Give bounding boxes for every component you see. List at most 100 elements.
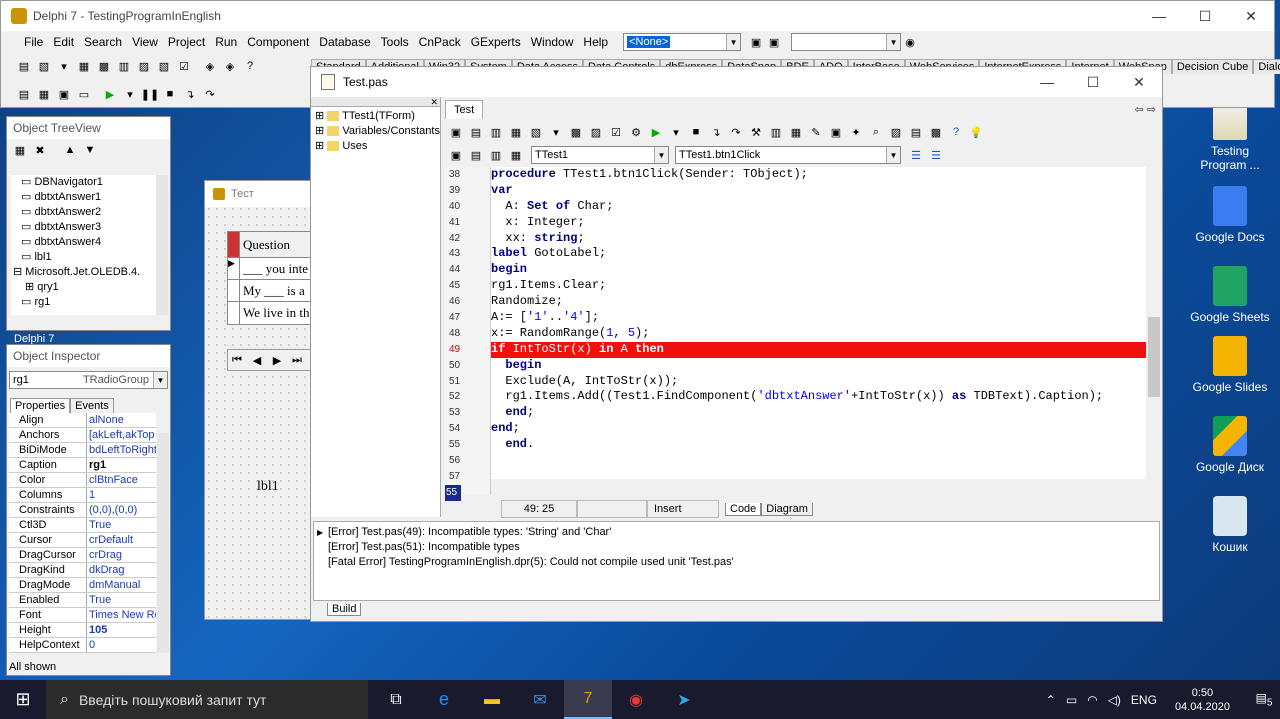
desktop-icon-slides[interactable]: Google Slides (1190, 336, 1270, 394)
align-left-icon[interactable]: ☰ (907, 146, 925, 164)
delete-item-icon[interactable]: ✖ (31, 141, 49, 159)
copy-icon[interactable]: ▨ (587, 123, 605, 141)
trace-into-icon[interactable]: ↴ (181, 85, 199, 103)
package-icon[interactable]: ▩ (927, 123, 945, 141)
menu-run[interactable]: Run (210, 35, 242, 49)
property-value[interactable]: clBtnFace (87, 473, 156, 487)
open-icon[interactable]: ▧ (35, 57, 53, 75)
property-value[interactable]: Times New Ro (87, 608, 156, 622)
inspector-scrollbar[interactable] (157, 433, 169, 653)
checklist-icon[interactable]: ☑ (607, 123, 625, 141)
run-icon[interactable]: ▶ (101, 85, 119, 103)
tab-diagram[interactable]: Diagram (761, 502, 813, 516)
maximize-button[interactable]: ☐ (1070, 67, 1116, 97)
chevron-up-icon[interactable]: ⌃ (1046, 693, 1056, 707)
step-over-icon[interactable]: ↷ (201, 85, 219, 103)
menu-window[interactable]: Window (526, 35, 579, 49)
desktop-icon-testing[interactable]: Testing Program ... (1190, 100, 1270, 172)
property-row[interactable]: DragCursor crDrag (9, 548, 156, 563)
property-value[interactable]: alNone (87, 413, 156, 427)
stop-icon[interactable]: ■ (161, 85, 179, 103)
menu-search[interactable]: Search (79, 35, 127, 49)
property-row[interactable]: Caption rg1 (9, 458, 156, 473)
remove-from-project-icon[interactable]: ▧ (155, 57, 173, 75)
property-value[interactable]: crDrag (87, 548, 156, 562)
battery-icon[interactable]: ▭ (1066, 693, 1077, 707)
toggle-form-unit-icon[interactable]: ▣ (55, 85, 73, 103)
property-row[interactable]: HelpContext 0 (9, 638, 156, 653)
telegram-icon[interactable]: ➤ (660, 680, 708, 719)
tree-item[interactable]: ⊞ qry1 (21, 280, 156, 295)
scroll-thumb[interactable] (1148, 317, 1160, 397)
code-horizontal-scrollbar[interactable] (491, 479, 1146, 495)
tree-item[interactable]: ▭ dbtxtAnswer2 (21, 205, 156, 220)
new-item-icon[interactable]: ▦ (11, 141, 29, 159)
step-icon[interactable]: ↷ (727, 123, 745, 141)
first-record-icon[interactable]: ⏮ (228, 351, 246, 369)
view-form-icon[interactable]: ▦ (35, 85, 53, 103)
clock[interactable]: 0:50 04.04.2020 (1175, 686, 1230, 714)
dropdown-icon[interactable]: ▾ (667, 123, 685, 141)
tree-item[interactable]: ▭ dbtxtAnswer3 (21, 220, 156, 235)
desktop-icon-docs[interactable]: Google Docs (1190, 186, 1270, 244)
tree-item[interactable]: ▭ rg1 (21, 295, 156, 310)
table-row[interactable]: ▶ ___ you inte (228, 258, 314, 280)
checklist-icon[interactable]: ☑ (175, 57, 193, 75)
maximize-button[interactable]: ☐ (1182, 1, 1228, 31)
delphi-taskbar-icon[interactable]: 7 (564, 680, 612, 719)
dropdown-icon[interactable]: ▾ (547, 123, 565, 141)
form-icon[interactable]: ▣ (447, 123, 465, 141)
save-icon[interactable]: ▦ (75, 57, 93, 75)
method-combo[interactable]: TTest1.btn1Click ▼ (675, 146, 901, 164)
property-icon[interactable]: ▤ (907, 123, 925, 141)
class-combo[interactable]: TTest1 ▼ (531, 146, 669, 164)
palette-tab[interactable]: Decision Cube (1171, 59, 1254, 74)
menu-database[interactable]: Database (314, 35, 375, 49)
treeview-scrollbar[interactable] (156, 175, 168, 315)
property-value[interactable]: rg1 (87, 458, 156, 472)
list-icon[interactable]: ▥ (487, 123, 505, 141)
property-row[interactable]: BiDiMode bdLeftToRight (9, 443, 156, 458)
message-item[interactable]: [Error] Test.pas(51): Incompatible types (328, 540, 1159, 555)
property-row[interactable]: Font Times New Ro (9, 608, 156, 623)
property-row[interactable]: Enabled True (9, 593, 156, 608)
help-icon[interactable]: ? (241, 57, 259, 75)
wizard-icon[interactable]: ✦ (847, 123, 865, 141)
tab-properties[interactable]: Properties (10, 398, 71, 413)
code-vertical-scrollbar[interactable] (1146, 167, 1162, 479)
edit-icon[interactable]: ✎ (807, 123, 825, 141)
volume-icon[interactable]: ◁) (1108, 693, 1121, 707)
property-row[interactable]: DragKind dkDrag (9, 563, 156, 578)
tree-item[interactable]: ▭ lbl1 (21, 250, 156, 265)
windows-start-icon[interactable]: ⊞ (0, 680, 46, 719)
class-nav-icon[interactable]: ▣ (447, 146, 465, 164)
property-row[interactable]: Constraints (0,0),(0,0) (9, 503, 156, 518)
prior-record-icon[interactable]: ◀ (248, 351, 266, 369)
tree-item[interactable]: ⊟ Microsoft.Jet.OLEDB.4. (13, 265, 156, 280)
desktop-icon-drive[interactable]: Google Диск (1190, 416, 1270, 474)
menu-help[interactable]: Help (578, 35, 613, 49)
message-item[interactable]: ▶ [Error] Test.pas(49): Incompatible type… (317, 525, 1159, 540)
pause-icon[interactable]: ❚❚ (141, 85, 159, 103)
desktop-icon-sheets[interactable]: Google Sheets (1190, 266, 1270, 324)
tab-build[interactable]: Build (327, 603, 362, 616)
tab-code[interactable]: Code (725, 502, 762, 516)
code-area[interactable]: procedure TTest1.btn1Click(Sender: TObje… (491, 167, 1146, 479)
wifi-icon[interactable]: ◠ (1087, 693, 1097, 707)
unit-nav-icon[interactable]: ▤ (467, 146, 485, 164)
navigation-arrows-icon[interactable]: ⇦ ⇨ (1129, 100, 1163, 119)
property-value[interactable]: dmManual (87, 578, 156, 592)
explorer-item[interactable]: ⊞ Variables/Constants (315, 124, 440, 139)
menu-edit[interactable]: Edit (48, 35, 79, 49)
table-row[interactable]: My ___ is a (228, 280, 314, 302)
menu-gexperts[interactable]: GExperts (466, 35, 526, 49)
property-value[interactable]: crDefault (87, 533, 156, 547)
set-debug-desktop-icon[interactable]: ▣ (765, 33, 783, 51)
property-value[interactable]: 105 (87, 623, 156, 637)
interface-icon[interactable]: ▥ (487, 146, 505, 164)
property-value[interactable]: [akLeft,akTop (87, 428, 156, 442)
property-value[interactable]: 1 (87, 488, 156, 502)
save-all-icon[interactable]: ▩ (95, 57, 113, 75)
editor-tab-test[interactable]: Test (445, 100, 484, 119)
align-right-icon[interactable]: ☰ (927, 146, 945, 164)
